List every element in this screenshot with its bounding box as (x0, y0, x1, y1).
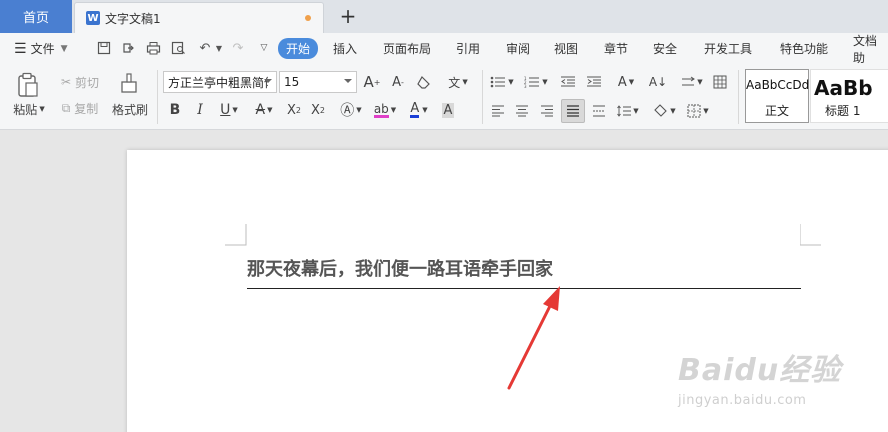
format-painter-button[interactable]: 格式刷 (108, 100, 152, 118)
menu-page-layout[interactable]: 页面布局 (383, 33, 431, 64)
menu-review[interactable]: 审阅 (506, 33, 530, 64)
tab-home[interactable]: 首页 (0, 0, 72, 33)
chevron-down-icon: ▼ (60, 43, 68, 54)
menu-bar: ☰ 文件 ▼ ↶ ▼ ↷ ▽ 开始 插入 页面布局 引用 审阅 视图 章节 安全… (0, 33, 888, 65)
menu-doc-assistant[interactable]: 文档助 (853, 33, 888, 65)
font-color-icon[interactable]: A ▼ (404, 100, 434, 120)
chevron-down-icon: ▼ (39, 105, 45, 113)
bullet-list-icon[interactable]: ▼ (488, 72, 516, 92)
align-right-icon[interactable] (537, 101, 557, 121)
copy-label: 复制 (74, 101, 99, 116)
pinyin-guide-icon[interactable]: 文 ▼ (444, 72, 472, 92)
menu-view[interactable]: 视图 (554, 33, 578, 64)
chevron-down-icon (264, 79, 272, 83)
paste-label: 粘贴 (13, 102, 38, 117)
change-case-icon[interactable]: A ▼ (612, 72, 640, 92)
baidu-logo-text: Baidu经验 (678, 353, 842, 388)
copy-button[interactable]: ⧉ 复制 (56, 99, 104, 117)
paste-button[interactable]: 粘贴 ▼ (10, 100, 48, 118)
align-center-icon[interactable] (512, 101, 532, 121)
red-arrow-annotation (507, 286, 560, 390)
line-spacing-icon[interactable]: ▼ (614, 101, 642, 121)
baidu-watermark: Baidu经验 jingyan.baidu.com (678, 345, 841, 408)
style-normal[interactable]: AaBbCcDd 正文 (745, 69, 809, 123)
subscript-icon[interactable]: X2 (308, 100, 328, 120)
menu-references[interactable]: 引用 (456, 33, 480, 64)
scissors-icon: ✂ (60, 75, 72, 89)
font-size-select[interactable]: 15 (279, 71, 357, 93)
shading-icon[interactable]: ▼ (650, 101, 678, 121)
highlight-icon[interactable]: ab ▼ (370, 100, 400, 120)
tab-document-label: 文字文稿1 (105, 11, 161, 26)
document-text-line[interactable]: 那天夜幕后，我们便一路耳语牵手回家 (247, 255, 553, 281)
superscript-icon[interactable]: X2 (284, 100, 304, 120)
style-heading-1-sample: AaBb (814, 76, 873, 100)
format-painter-icon[interactable] (114, 70, 144, 98)
increase-indent-icon[interactable] (584, 72, 604, 92)
writer-doc-icon: W (86, 11, 100, 25)
margin-corner-top-right (800, 224, 821, 246)
customize-toolbar-icon[interactable]: ▽ (256, 40, 272, 56)
numbered-list-icon[interactable]: 1 2 3 ▼ (522, 72, 550, 92)
print-icon[interactable] (145, 40, 161, 56)
paste-icon[interactable] (12, 70, 44, 100)
svg-text:3: 3 (524, 84, 527, 88)
ribbon-home: 粘贴 ▼ ✂ 剪切 ⧉ 复制 格式刷 方正兰亭中粗黑简体 15 A + A- 文… (0, 64, 888, 130)
style-normal-label: 正文 (764, 104, 789, 118)
style-normal-sample: AaBbCcDd (746, 78, 810, 92)
divider (482, 70, 483, 124)
cut-label: 剪切 (75, 75, 100, 90)
char-shading-icon[interactable]: A (438, 100, 458, 120)
font-name-select[interactable]: 方正兰亭中粗黑简体 (163, 71, 277, 93)
decrease-indent-icon[interactable] (558, 72, 578, 92)
clear-format-icon[interactable] (414, 72, 434, 92)
grow-font-icon[interactable]: A + (362, 72, 382, 92)
borders-icon[interactable]: ▼ (684, 101, 712, 121)
italic-icon[interactable]: I (191, 100, 209, 120)
menu-security[interactable]: 安全 (653, 33, 677, 64)
font-name-value: 方正兰亭中粗黑简体 (168, 75, 268, 90)
print-preview-icon[interactable] (170, 40, 186, 56)
new-tab-button[interactable]: + (337, 4, 359, 28)
cut-button[interactable]: ✂ 剪切 (56, 73, 104, 91)
font-size-value: 15 (284, 75, 300, 89)
table-grid-icon[interactable] (710, 72, 730, 92)
underline-icon[interactable]: U ▼ (215, 100, 243, 120)
bold-icon[interactable]: B (166, 100, 184, 120)
divider (738, 70, 739, 124)
wps-writer-window: 首页 W 文字文稿1 + ☰ 文件 ▼ ↶ ▼ ↷ ▽ 开始 插入 页面布局 引… (0, 0, 888, 432)
margin-corner-top-left (225, 224, 247, 246)
redo-icon[interactable]: ↷ (230, 40, 246, 56)
shrink-font-icon[interactable]: A- (388, 72, 408, 92)
baidu-watermark-url: jingyan.baidu.com (678, 393, 807, 408)
file-menu-label: 文件 (30, 42, 55, 56)
hamburger-icon: ☰ (14, 40, 27, 57)
menu-home[interactable]: 开始 (278, 33, 319, 64)
divider (157, 70, 158, 124)
menu-section[interactable]: 章节 (604, 33, 628, 64)
undo-dropdown-icon[interactable]: ▼ (211, 40, 227, 56)
file-menu[interactable]: ☰ 文件 ▼ (14, 33, 68, 64)
sort-icon[interactable]: A↓ (648, 72, 668, 92)
tab-document[interactable]: W 文字文稿1 (74, 2, 324, 33)
align-justify-icon[interactable] (561, 99, 585, 123)
style-heading-1-label: 标题 1 (825, 104, 861, 118)
save-icon[interactable] (96, 40, 112, 56)
style-heading-1[interactable]: AaBb 标题 1 (810, 69, 888, 123)
unsaved-dot-icon (305, 15, 311, 21)
menu-insert[interactable]: 插入 (333, 33, 357, 64)
show-marks-icon[interactable]: ▼ (678, 72, 706, 92)
copy-icon: ⧉ (61, 100, 71, 115)
export-icon[interactable] (120, 40, 136, 56)
distributed-align-icon[interactable] (589, 101, 609, 121)
menu-features[interactable]: 特色功能 (780, 33, 828, 64)
menu-developer[interactable]: 开发工具 (704, 33, 752, 64)
text-effects-icon[interactable]: Ⓐ ▼ (338, 100, 364, 120)
strikethrough-icon[interactable]: A ▼ (250, 100, 278, 120)
chevron-down-icon (344, 79, 352, 83)
align-left-icon[interactable] (488, 101, 508, 121)
tab-bar: 首页 W 文字文稿1 + (0, 0, 888, 33)
